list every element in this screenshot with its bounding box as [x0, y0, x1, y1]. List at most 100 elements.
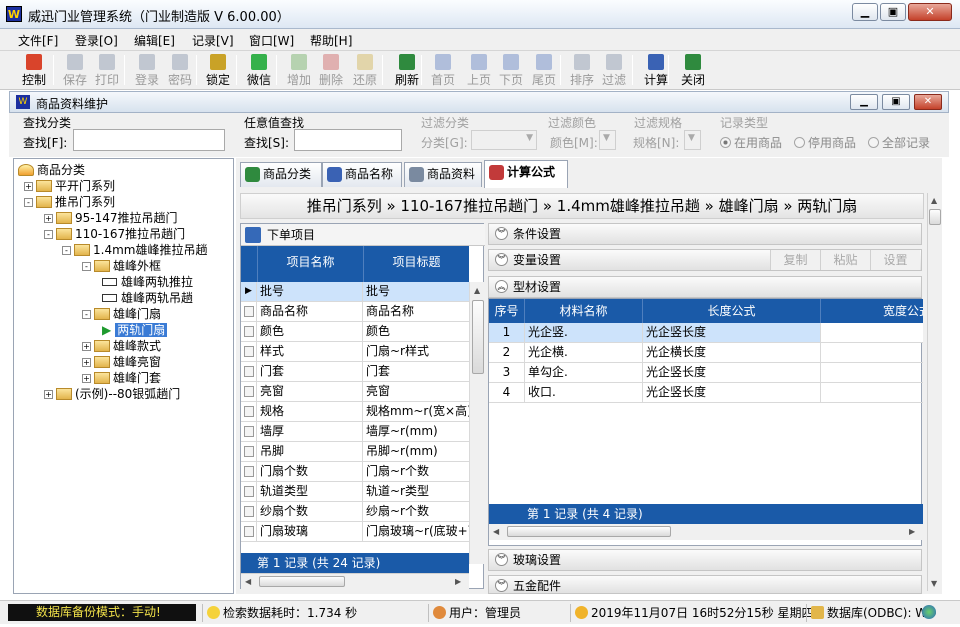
hardware-section[interactable]: ︾ 五金配件 — [488, 575, 922, 594]
cell-seq[interactable]: 4 — [489, 383, 525, 402]
cell-item-title[interactable]: 亮窗 — [364, 382, 469, 401]
variable-section[interactable]: ︾ 变量设置 复制 粘贴 设置 — [488, 249, 922, 271]
col-length-formula[interactable]: 长度公式 — [643, 299, 821, 323]
toolbar-button-sort[interactable]: 排序 — [566, 52, 598, 88]
toolbar-button-prev[interactable]: 上页 — [463, 52, 495, 88]
cell-material-name[interactable]: 收口. — [525, 383, 643, 402]
radio-in-use[interactable]: 在用商品 — [720, 134, 782, 151]
table-row[interactable]: 墙厚 墙厚~r(mm) — [241, 422, 469, 442]
toolbar-button-refresh[interactable]: 刷新 — [391, 52, 423, 88]
cell-material-name[interactable]: 光企横. — [525, 343, 643, 362]
tree-node[interactable]: 雄峰两轨推拉 — [100, 274, 193, 290]
col-material-name[interactable]: 材料名称 — [525, 299, 643, 323]
scroll-left-icon[interactable]: ◀ — [245, 577, 251, 586]
tab-name[interactable]: 商品名称 — [322, 162, 402, 187]
collapse-icon[interactable]: - — [82, 262, 91, 271]
cell-width-formula[interactable] — [821, 363, 923, 382]
cell-length-formula[interactable]: 光企竖长度 — [643, 323, 821, 342]
table-row[interactable]: 轨道类型 轨道~r类型 — [241, 482, 469, 502]
expand-icon[interactable]: + — [82, 374, 91, 383]
cell-seq[interactable]: 3 — [489, 363, 525, 382]
maximize-button[interactable]: ▣ — [880, 3, 906, 21]
cell-item-title[interactable]: 批号 — [364, 282, 469, 301]
expand-icon[interactable]: + — [82, 358, 91, 367]
collapse-icon[interactable]: - — [82, 310, 91, 319]
table-row[interactable]: 3 单勾企. 光企竖长度 — [489, 363, 923, 383]
cell-item-title[interactable]: 吊脚~r(mm) — [364, 442, 469, 461]
col-item-name[interactable]: 项目名称 — [258, 246, 364, 282]
tree-node[interactable]: - 雄峰外框 — [82, 258, 161, 274]
cell-item-title[interactable]: 门扇~r个数 — [364, 462, 469, 481]
child-minimize-button[interactable]: ▁ — [850, 94, 878, 110]
menu-record[interactable]: 记录[V] — [192, 32, 234, 49]
cell-item-title[interactable]: 商品名称 — [364, 302, 469, 321]
table-row[interactable]: ▶ 批号 批号 — [241, 282, 469, 302]
table-row[interactable]: 样式 门扇~r样式 — [241, 342, 469, 362]
table-row[interactable]: 1 光企竖. 光企竖长度 — [489, 323, 923, 343]
cell-item-name[interactable]: 吊脚 — [258, 442, 363, 461]
cell-seq[interactable]: 2 — [489, 343, 525, 362]
col-item-title[interactable]: 项目标题 — [364, 246, 469, 282]
filter-spec-select[interactable]: ▼ — [684, 130, 701, 150]
tab-category[interactable]: 商品分类 — [240, 162, 322, 187]
table-row[interactable]: 门套 门套 — [241, 362, 469, 382]
toolbar-button-undo[interactable]: 还原 — [349, 52, 381, 88]
collapse-icon[interactable]: - — [24, 198, 33, 207]
cell-item-name[interactable]: 规格 — [258, 402, 363, 421]
cell-item-name[interactable]: 墙厚 — [258, 422, 363, 441]
cell-item-name[interactable]: 轨道类型 — [258, 482, 363, 501]
menu-file[interactable]: 文件[F] — [18, 32, 58, 49]
child-close-button[interactable]: ✕ — [914, 94, 942, 110]
tree-node[interactable]: - 1.4mm雄峰推拉吊趟 — [62, 242, 207, 258]
toolbar-button-exit[interactable]: 关闭 — [677, 52, 709, 88]
tree-node[interactable]: - 雄峰门扇 — [82, 306, 161, 322]
minimize-button[interactable]: ▁ — [852, 3, 878, 21]
tree-node[interactable]: + 平开门系列 — [24, 178, 115, 194]
cell-item-title[interactable]: 门扇~r样式 — [364, 342, 469, 361]
cell-item-title[interactable]: 门扇玻璃~r(底玻+面 — [364, 522, 469, 541]
close-button[interactable]: ✕ — [908, 3, 952, 21]
scroll-up-icon[interactable]: ▲ — [474, 286, 480, 295]
expand-icon[interactable]: + — [24, 182, 33, 191]
menu-help[interactable]: 帮助[H] — [310, 32, 352, 49]
tree-node[interactable]: ▶ 两轨门扇 — [100, 322, 168, 338]
glass-section[interactable]: ︾ 玻璃设置 — [488, 549, 922, 571]
toolbar-button-grid[interactable]: 控制 — [18, 52, 50, 88]
table-row[interactable]: 亮窗 亮窗 — [241, 382, 469, 402]
toolbar-button-login[interactable]: 登录 — [131, 52, 163, 88]
cell-item-name[interactable]: 批号 — [258, 282, 363, 301]
toolbar-button-lock[interactable]: 锁定 — [202, 52, 234, 88]
child-maximize-button[interactable]: ▣ — [882, 94, 910, 110]
scroll-down-icon[interactable]: ▼ — [931, 579, 937, 588]
table-row[interactable]: 吊脚 吊脚~r(mm) — [241, 442, 469, 462]
cell-item-name[interactable]: 门套 — [258, 362, 363, 381]
anyvalue-search-input[interactable] — [294, 129, 402, 151]
filter-category-select[interactable]: ▼ — [471, 130, 537, 150]
cell-item-title[interactable]: 墙厚~r(mm) — [364, 422, 469, 441]
expand-icon[interactable]: + — [44, 390, 53, 399]
toolbar-button-print[interactable]: 打印 — [91, 52, 123, 88]
tree-node[interactable]: - 推吊门系列 — [24, 194, 115, 210]
col-width-formula[interactable]: 宽度公式 — [821, 299, 923, 323]
toolbar-button-delete[interactable]: 删除 — [315, 52, 347, 88]
scroll-thumb[interactable] — [259, 576, 345, 587]
profile-section[interactable]: ︽ 型材设置 — [488, 276, 922, 298]
cell-length-formula[interactable]: 光企横长度 — [643, 343, 821, 362]
cell-item-title[interactable]: 轨道~r类型 — [364, 482, 469, 501]
scroll-thumb[interactable] — [472, 300, 484, 374]
tree-node[interactable]: 商品分类 — [18, 162, 85, 178]
radio-disabled[interactable]: 停用商品 — [794, 134, 856, 151]
cell-seq[interactable]: 1 — [489, 323, 525, 342]
order-items-vscrollbar[interactable]: ▲ — [469, 282, 485, 564]
tree-node[interactable]: 雄峰两轨吊趟 — [100, 290, 193, 306]
table-row[interactable]: 2 光企横. 光企横长度 — [489, 343, 923, 363]
tree-node[interactable]: + 雄峰亮窗 — [82, 354, 161, 370]
expand-icon[interactable]: + — [44, 214, 53, 223]
cell-item-name[interactable]: 门扇玻璃 — [258, 522, 363, 541]
cell-item-name[interactable]: 颜色 — [258, 322, 363, 341]
cell-material-name[interactable]: 光企竖. — [525, 323, 643, 342]
col-seq[interactable]: 序号 — [489, 299, 525, 323]
table-row[interactable]: 门扇个数 门扇~r个数 — [241, 462, 469, 482]
scroll-up-icon[interactable]: ▲ — [931, 196, 937, 205]
tab-formula[interactable]: 计算公式 — [484, 160, 568, 188]
